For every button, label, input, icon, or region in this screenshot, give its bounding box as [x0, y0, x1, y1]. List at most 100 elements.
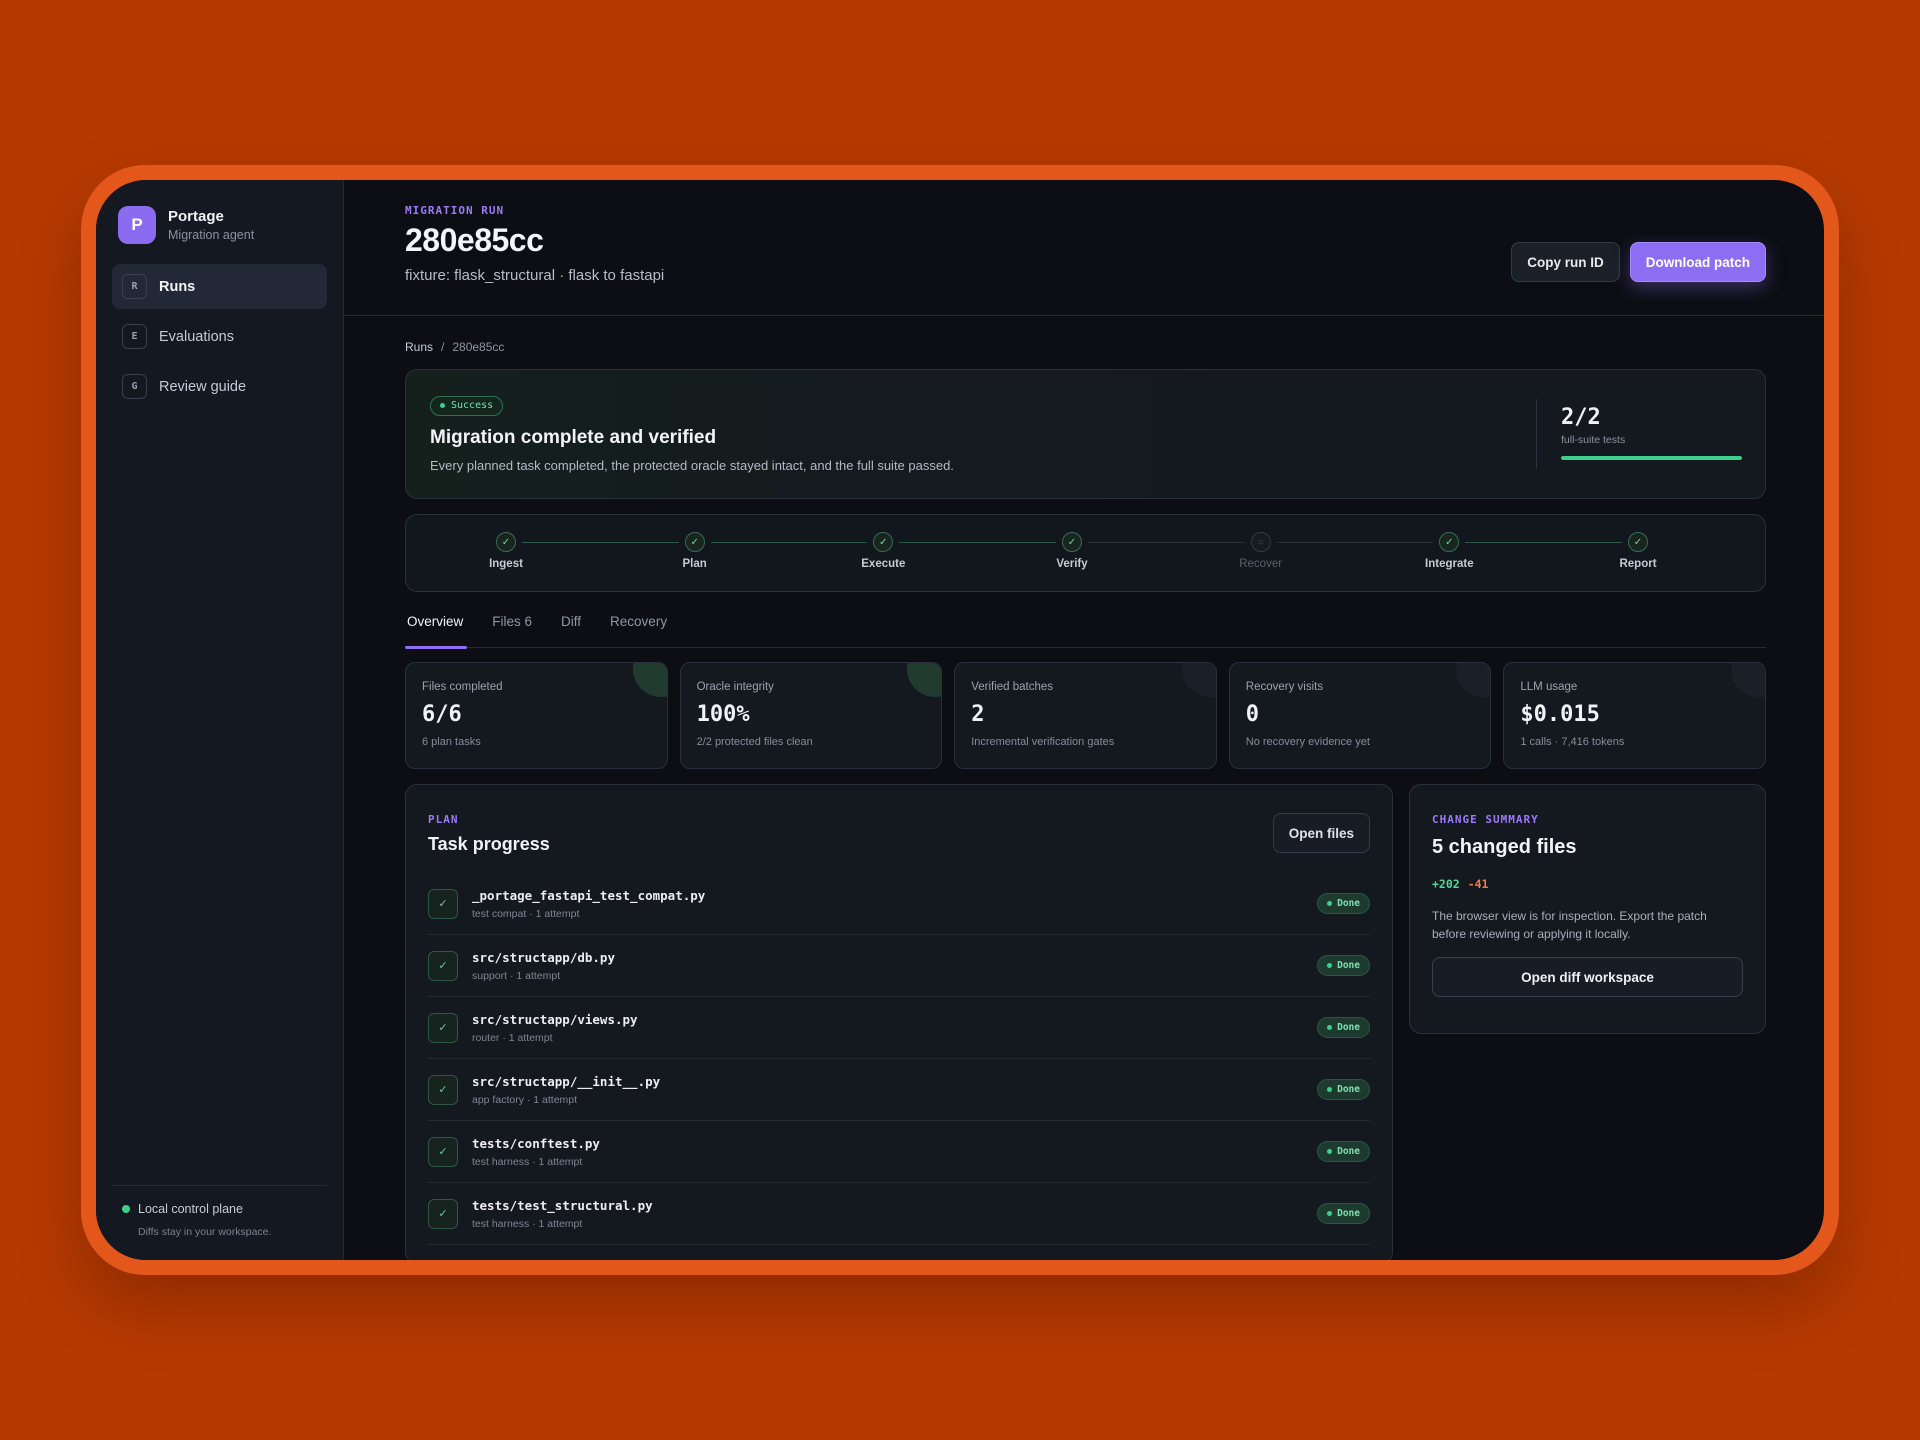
plan-eyebrow: PLAN [428, 813, 459, 826]
sidebar-item-review-guide[interactable]: G Review guide [112, 364, 327, 409]
task-file-name: _portage_fastapi_test_compat.py [472, 887, 706, 903]
metric-label: Oracle integrity [696, 681, 774, 693]
tab-diff[interactable]: Diff [559, 612, 583, 648]
status-dot-icon [1327, 1211, 1333, 1216]
task-meta: router · 1 attempt [472, 1031, 553, 1044]
pipeline-stage-label: Verify [1056, 558, 1088, 570]
nav-key-badge: R [122, 274, 147, 299]
tests-progress-fill [1561, 456, 1742, 460]
check-icon: ✓ [428, 1074, 458, 1105]
task-row[interactable]: ✓ src/structapp/__init__.py app factory · … [428, 1059, 1370, 1121]
tab-overview[interactable]: Overview [405, 612, 468, 649]
pipeline-stage-label: Execute [861, 558, 906, 570]
pipeline-stage-integrate: ✓ Integrate [1399, 532, 1499, 570]
app-window: P Portage Migration agent R Runs E Evalu… [96, 180, 1824, 1260]
task-status-label: Done [1337, 1022, 1360, 1033]
pipeline-stage-label: Ingest [489, 558, 523, 570]
metric-card: LLM usage $0.015 1 calls · 7,416 tokens [1503, 662, 1766, 769]
open-files-button[interactable]: Open files [1272, 813, 1370, 853]
metric-subtext: 6 plan tasks [422, 736, 481, 748]
tab-recovery[interactable]: Recovery [608, 612, 669, 648]
sidebar-item-evaluations[interactable]: E Evaluations [112, 314, 327, 359]
check-icon: ✓ [1628, 532, 1648, 552]
check-icon: ✓ [428, 1012, 458, 1043]
open-diff-workspace-button[interactable]: Open diff workspace [1432, 957, 1743, 997]
nav-key-badge: E [122, 324, 147, 349]
task-row[interactable]: ✓ tests/test_structural.py test harness · … [428, 1183, 1370, 1245]
summary-text: The browser view is for inspection. Expo… [1432, 909, 1707, 941]
breadcrumb-current: 280e85cc [452, 340, 505, 354]
check-icon: ✓ [428, 1136, 458, 1167]
status-dot-icon [1327, 1025, 1333, 1030]
metric-value: 0 [1245, 702, 1260, 727]
sidebar-item-label: Evaluations [159, 328, 234, 345]
brand: P Portage Migration agent [112, 206, 327, 244]
task-file-name: src/structapp/__init__.py [472, 1073, 661, 1089]
metric-subtext: 1 calls · 7,416 tokens [1520, 736, 1625, 748]
task-meta: test compat · 1 attempt [472, 907, 580, 920]
task-row[interactable]: ✓ tests/conftest.py test harness · 1 attem… [428, 1121, 1370, 1183]
task-status-badge: Done [1317, 955, 1370, 976]
metric-card: Oracle integrity 100% 2/2 protected files … [679, 662, 943, 769]
metric-value: 6/6 [422, 702, 462, 727]
metric-subtext: Incremental verification gates [971, 736, 1115, 748]
metric-value: 2 [971, 702, 985, 727]
content-area: Runs / 280e85cc Success Migration comple… [344, 316, 1824, 1260]
status-description: Every planned task completed, the protec… [430, 457, 954, 473]
task-row[interactable]: ✓ src/structapp/views.py router · 1 attemp… [428, 997, 1370, 1059]
status-badge: Success [430, 395, 504, 416]
pipeline-stage-report: ✓ Report [1588, 532, 1688, 570]
sidebar-item-label: Review guide [159, 378, 247, 395]
device-frame: P Portage Migration agent R Runs E Evalu… [81, 165, 1839, 1275]
sidebar: P Portage Migration agent R Runs E Evalu… [96, 180, 344, 1260]
additions-count: +202 [1432, 877, 1460, 891]
task-status-label: Done [1337, 1146, 1360, 1157]
check-icon: ✓ [428, 888, 458, 919]
task-meta: test harness · 1 attempt [472, 1217, 583, 1230]
metric-label: LLM usage [1520, 681, 1578, 693]
status-dot-icon [1327, 1149, 1333, 1154]
sidebar-footer: Local control plane Diffs stay in your w… [112, 1185, 327, 1238]
deletions-count: -41 [1467, 877, 1489, 891]
pipeline-stage-label: Report [1619, 558, 1657, 570]
diffstat: +202 -41 [1432, 877, 1743, 891]
pipeline-stage-recover: ○ Recover [1211, 532, 1311, 570]
task-file-name: tests/test_structural.py [472, 1197, 653, 1213]
task-status-label: Done [1337, 1208, 1360, 1219]
task-status-label: Done [1337, 1084, 1360, 1095]
status-dot-icon [1327, 963, 1333, 968]
task-status-label: Done [1337, 898, 1360, 909]
check-icon: ✓ [873, 532, 894, 552]
test-summary: 2/2 full-suite tests [1536, 399, 1742, 469]
metric-value: 100% [696, 702, 750, 727]
check-icon: ✓ [428, 950, 458, 981]
task-status-badge: Done [1317, 1141, 1370, 1162]
tests-ratio-label: full-suite tests [1561, 434, 1626, 446]
status-dot-icon [440, 403, 445, 409]
pending-icon: ○ [1250, 532, 1271, 552]
tab-files[interactable]: Files 6 [490, 612, 534, 648]
breadcrumb-runs-link[interactable]: Runs [405, 340, 433, 354]
metric-subtext: 2/2 protected files clean [696, 736, 813, 748]
task-list: ✓ _portage_fastapi_test_compat.pytest com… [428, 873, 1370, 1245]
pipeline-stage-label: Recover [1239, 558, 1283, 570]
check-icon: ✓ [684, 532, 705, 552]
pipeline-stage-plan: ✓ Plan [645, 532, 745, 570]
run-status-card: Success Migration complete and verified … [405, 369, 1766, 499]
brand-subtitle: Migration agent [168, 228, 255, 242]
task-row[interactable]: ✓ src/structapp/db.py support · 1 attempt D… [428, 935, 1370, 997]
task-status-badge: Done [1317, 893, 1370, 914]
brand-name: Portage [168, 208, 224, 225]
metric-subtext: No recovery evidence yet [1245, 736, 1370, 748]
breadcrumb-separator: / [441, 340, 445, 354]
run-tabs: Overview Files 6 Diff Recovery [405, 612, 1766, 649]
copy-run-id-button[interactable]: Copy run ID [1511, 242, 1620, 282]
check-icon: ✓ [1439, 532, 1460, 552]
sidebar-item-runs[interactable]: R Runs [112, 264, 327, 309]
status-title: Migration complete and verified [430, 426, 717, 448]
metric-card: Files completed 6/6 6 plan tasks [405, 662, 668, 769]
download-patch-button[interactable]: Download patch [1629, 242, 1766, 282]
metric-label: Verified batches [971, 681, 1054, 693]
task-row[interactable]: ✓ _portage_fastapi_test_compat.pytest com… [428, 873, 1370, 935]
task-meta: test harness · 1 attempt [472, 1155, 583, 1168]
